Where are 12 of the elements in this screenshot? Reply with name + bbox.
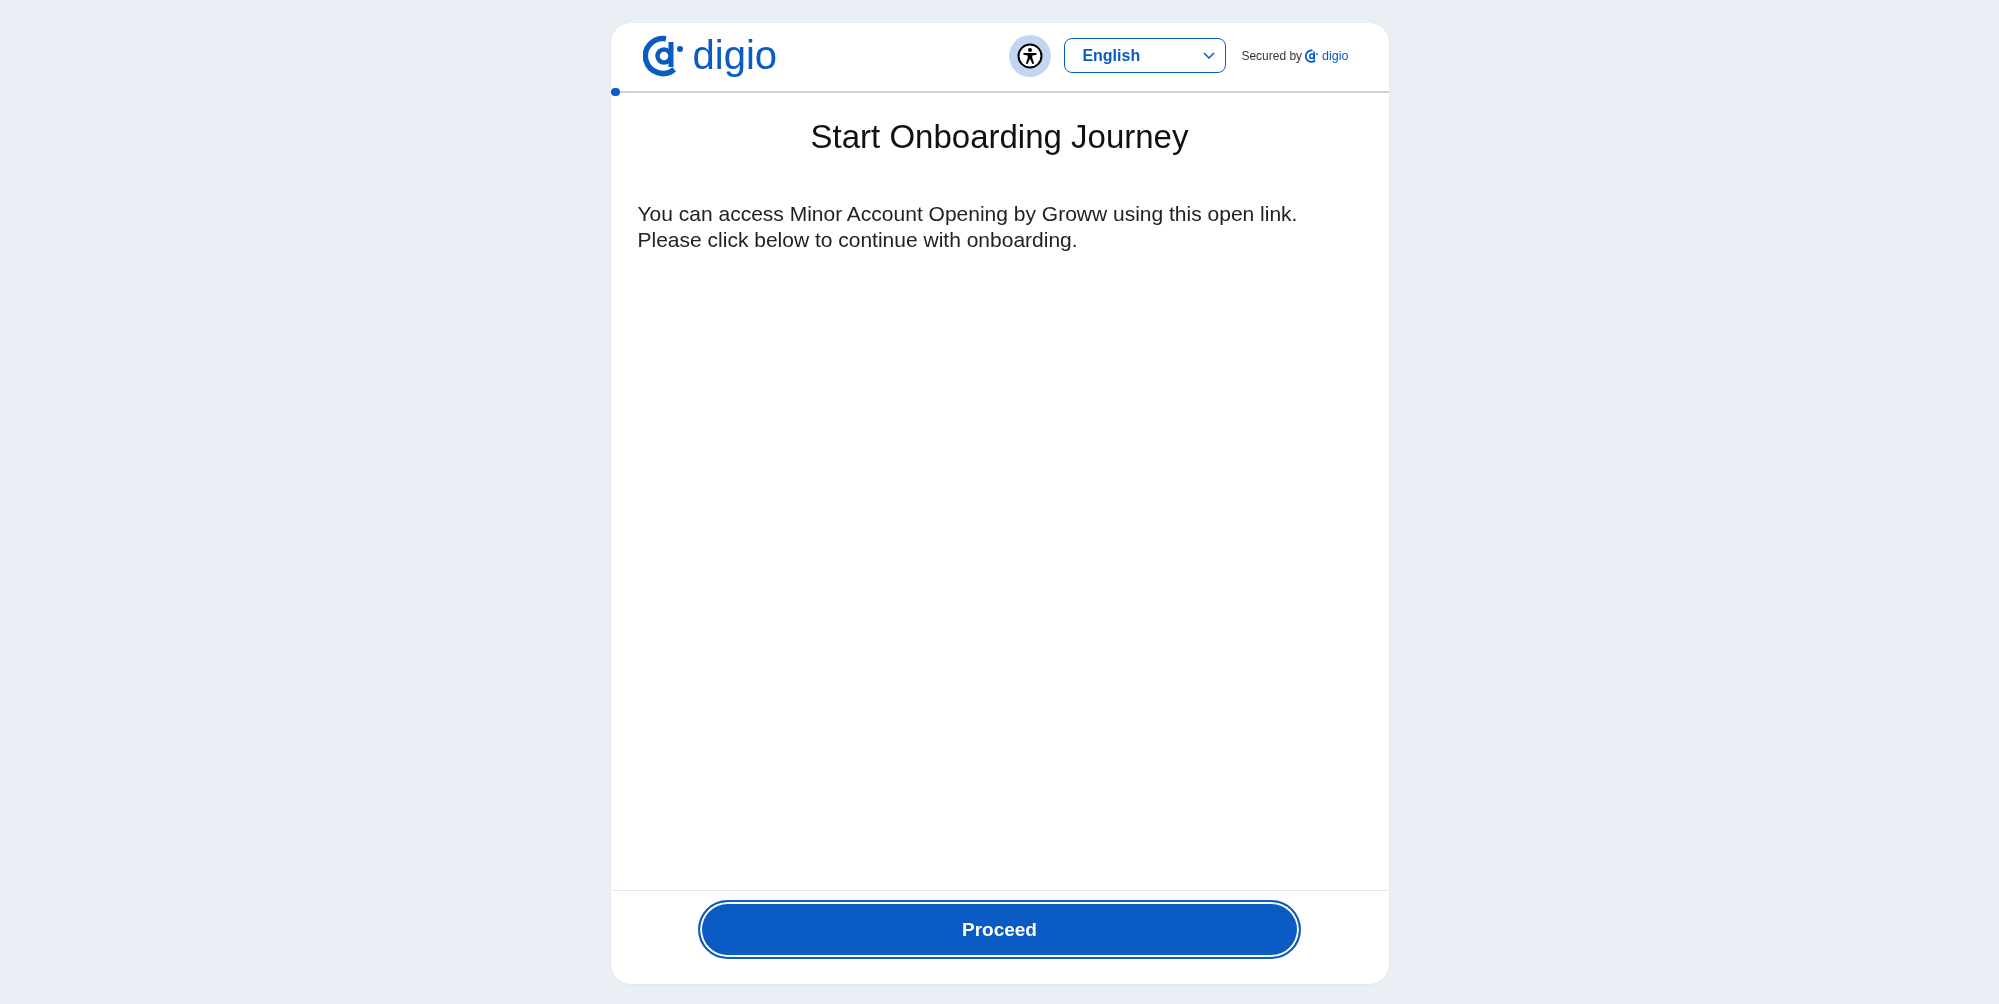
proceed-button[interactable]: Proceed	[698, 900, 1301, 959]
logo-wordmark: digio	[692, 34, 777, 75]
language-select[interactable]: English	[1064, 38, 1227, 73]
chevron-down-icon	[1203, 52, 1216, 59]
secured-by-label: Secured by	[1241, 48, 1303, 63]
logo-wordmark: digio	[1322, 48, 1349, 63]
info-message: You can access Minor Account Opening by Groww using this open link. Please click below to continue with onboarding.	[637, 201, 1299, 253]
accessibility-icon	[1017, 42, 1044, 69]
logo-icon	[642, 34, 686, 77]
page-title: Start Onboarding Journey	[809, 118, 1190, 156]
logo-icon	[1305, 48, 1320, 63]
accessibility-button[interactable]	[1009, 34, 1052, 77]
